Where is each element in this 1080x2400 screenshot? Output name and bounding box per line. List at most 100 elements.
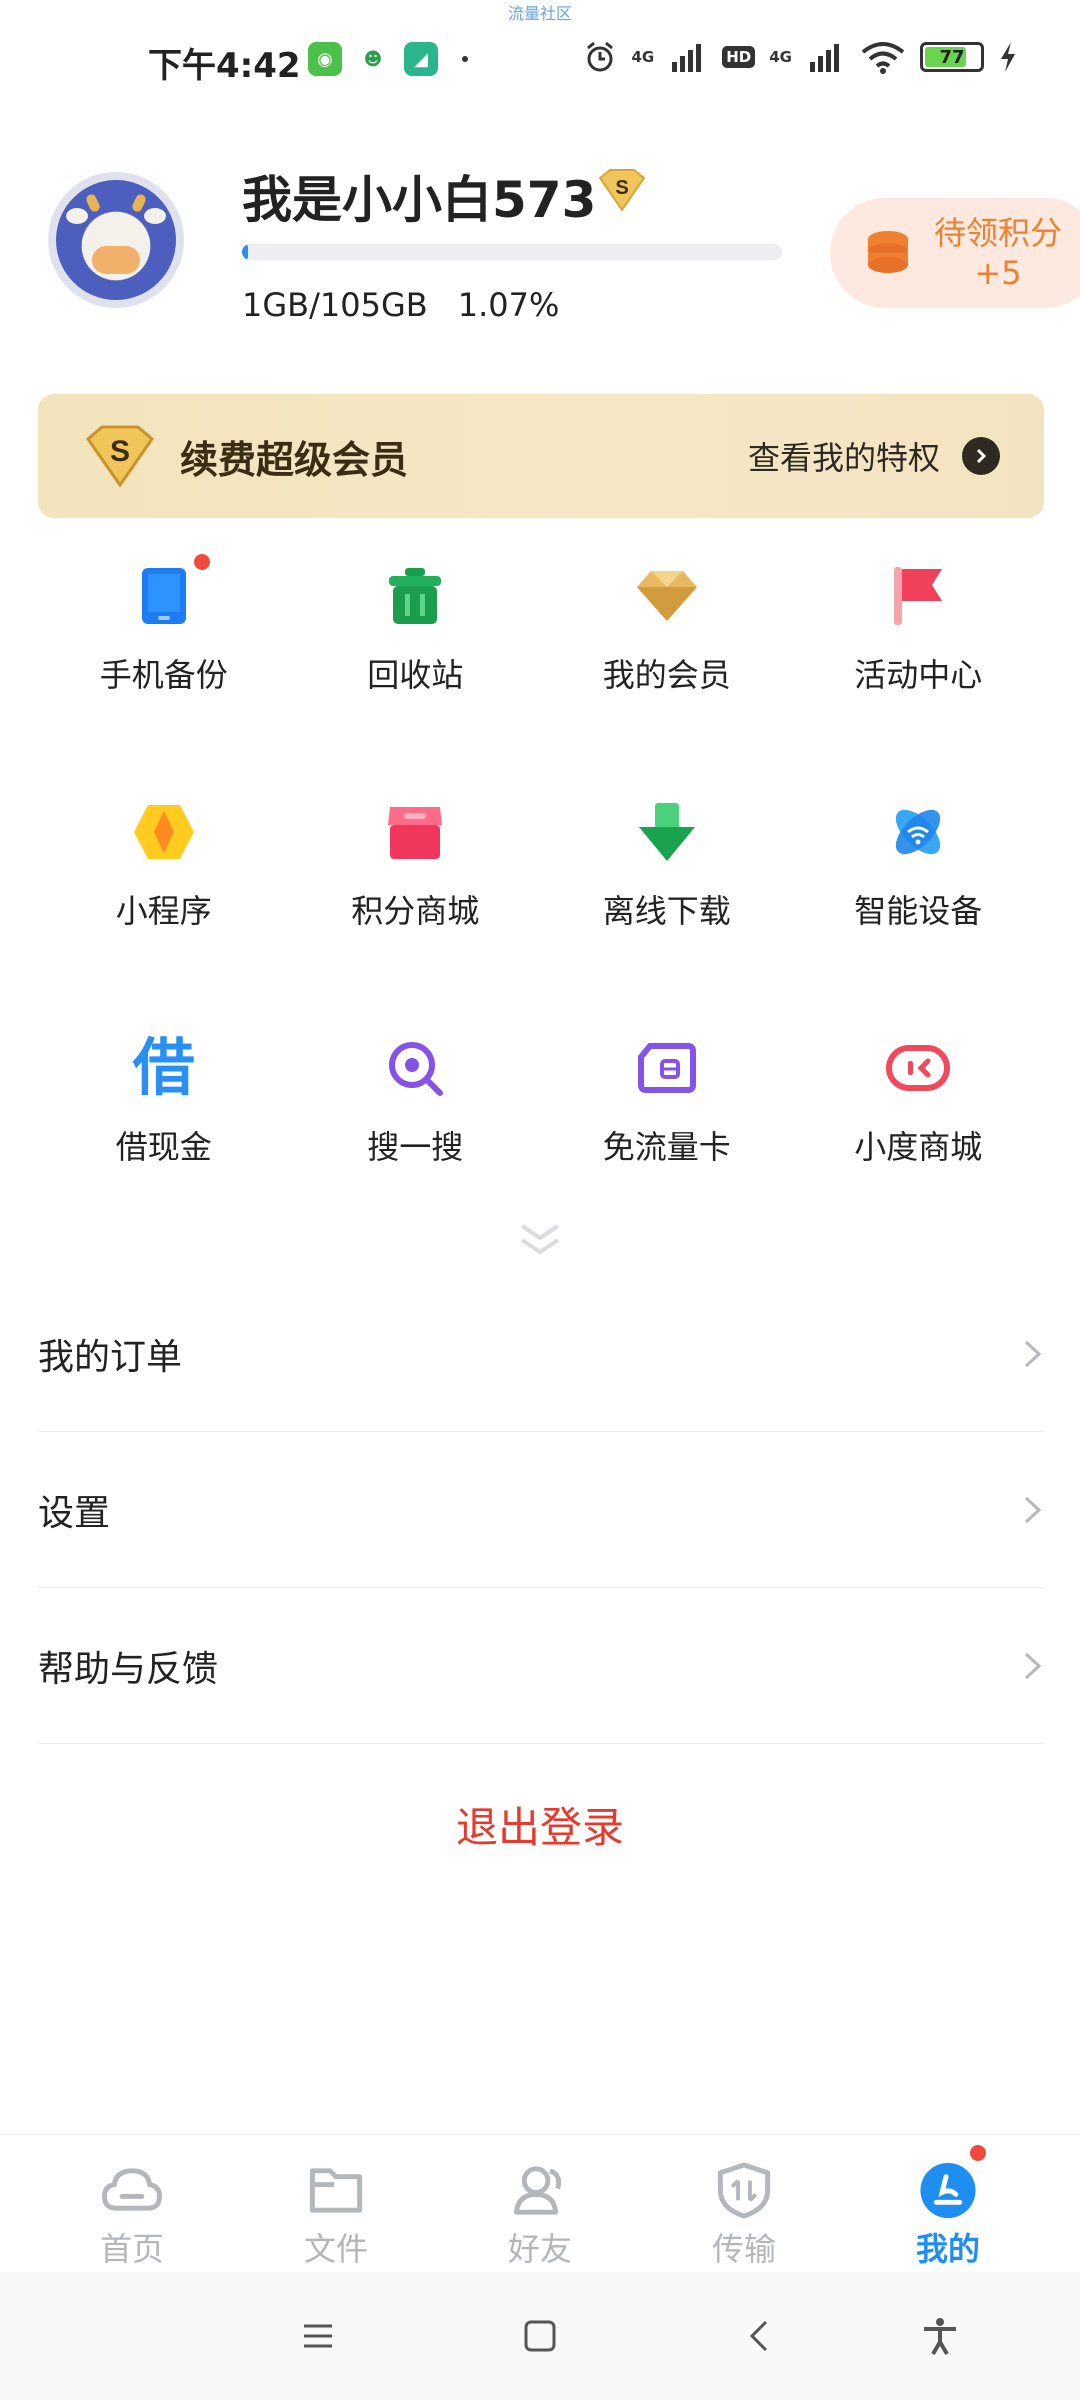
charging-icon <box>1001 42 1015 72</box>
more-notifications-icon <box>462 56 468 62</box>
grid-label: 智能设备 <box>854 892 983 930</box>
chevron-right-icon <box>1024 1496 1042 1523</box>
grid-item-offline-download[interactable]: 离线下载 <box>541 796 793 932</box>
notification-dot <box>193 554 210 570</box>
grid-item-search[interactable]: 搜一搜 <box>290 1032 542 1168</box>
folder-icon <box>309 2168 363 2213</box>
alien-app-icon: ☻ <box>356 42 390 76</box>
storage-quota-fill <box>242 244 249 260</box>
grid-item-points-mall[interactable]: 积分商城 <box>290 796 542 932</box>
grid-item-my-membership[interactable]: 我的会员 <box>541 560 793 696</box>
grid-item-xiaodu-mall[interactable]: 小度商城 <box>793 1032 1045 1168</box>
cow-avatar-image <box>56 180 176 300</box>
status-time: 下午4:42 <box>148 46 301 86</box>
flag-icon <box>882 560 954 632</box>
pending-points-text: 待领积分 +5 <box>934 213 1062 293</box>
home-icon[interactable] <box>520 2316 560 2356</box>
transfer-icon <box>717 2162 771 2219</box>
signal-icon <box>672 44 702 72</box>
storage-quota-bar <box>242 244 782 260</box>
menu-item-help-feedback[interactable]: 帮助与反馈 <box>38 1588 1044 1744</box>
grid-item-smart-device[interactable]: 智能设备 <box>793 796 1045 932</box>
expand-chevron-icon[interactable] <box>516 1222 564 1258</box>
plane-app-icon: ◢ <box>404 42 438 76</box>
cat-app-icon: ◉ <box>308 42 342 76</box>
signal-icon-2 <box>810 44 839 72</box>
grid-label: 免流量卡 <box>602 1128 731 1166</box>
network-type-2: 4G <box>769 48 792 66</box>
grid-label: 借现金 <box>115 1128 212 1166</box>
borrow-glyph: 借 <box>132 1031 195 1104</box>
menu-item-label: 帮助与反馈 <box>38 1648 219 1690</box>
grid-label: 离线下载 <box>602 892 731 930</box>
alarm-icon <box>587 41 614 72</box>
tab-transfer[interactable]: 传输 <box>654 2135 834 2270</box>
renew-vip-banner[interactable]: S 续费超级会员 查看我的特权 <box>38 394 1044 518</box>
chevron-right-icon <box>1024 1652 1042 1679</box>
menu-item-label: 设置 <box>38 1492 111 1534</box>
grid-label: 小程序 <box>115 892 212 930</box>
grid-item-activity-center[interactable]: 活动中心 <box>793 560 1045 696</box>
feature-grid: 手机备份 回收站 我的会员 活动中心 小程序 积分商城 离线下载 智能设备 借 … <box>38 554 1045 1168</box>
notification-dot <box>970 2145 986 2161</box>
shop-icon <box>379 796 451 868</box>
pending-points-value: +5 <box>974 254 1022 292</box>
storage-used: 1GB/105GB <box>242 286 428 324</box>
menu-item-my-orders[interactable]: 我的订单 <box>38 1276 1044 1432</box>
tab-home[interactable]: 首页 <box>42 2135 222 2270</box>
tab-label: 好友 <box>507 2230 572 2268</box>
download-icon <box>631 796 703 868</box>
arrow-right-circle-icon <box>962 437 1000 475</box>
me-icon <box>920 2162 976 2219</box>
chevron-right-icon <box>1024 1340 1042 1367</box>
vip-banner-badge-letter: S <box>110 435 130 468</box>
grid-label: 我的会员 <box>602 656 731 694</box>
avatar[interactable] <box>48 172 184 308</box>
pending-points-label: 待领积分 <box>934 214 1063 252</box>
home-cloud-icon <box>101 2168 163 2211</box>
friends-icon <box>513 2166 562 2215</box>
grid-label: 手机备份 <box>99 656 228 694</box>
tab-label: 首页 <box>99 2230 164 2268</box>
back-icon[interactable] <box>740 2316 780 2356</box>
phone-backup-icon <box>128 554 210 632</box>
vip-badge-letter: S <box>615 177 628 199</box>
super-vip-badge-icon[interactable]: S <box>596 168 648 212</box>
coin-stack-icon <box>868 231 908 273</box>
status-right: 4G HD 4G 77 <box>583 40 1018 74</box>
menu-item-label: 我的订单 <box>38 1336 183 1378</box>
grid-item-free-data-card[interactable]: 免流量卡 <box>541 1032 793 1168</box>
grid-label: 小度商城 <box>854 1128 983 1166</box>
tab-friends[interactable]: 好友 <box>450 2135 630 2270</box>
watermark: 流量社区 <box>507 4 572 23</box>
accessibility-icon[interactable] <box>920 2316 960 2356</box>
grid-item-borrow-cash[interactable]: 借 借现金 <box>38 1032 290 1168</box>
grid-item-phone-backup[interactable]: 手机备份 <box>38 554 290 696</box>
grid-item-recycle-bin[interactable]: 回收站 <box>290 560 542 696</box>
system-nav-bar <box>0 2272 1080 2400</box>
diamond-icon <box>631 560 703 632</box>
search-icon <box>379 1032 451 1104</box>
network-type-1: 4G <box>631 48 655 66</box>
status-app-icons: ◉ ☻ ◢ <box>308 42 468 76</box>
tab-me[interactable]: 我的 <box>858 2135 1038 2270</box>
bottom-tab-bar: 首页 文件 好友 传输 我的 <box>0 2134 1080 2270</box>
xiaodu-icon <box>882 1032 954 1104</box>
logout-button[interactable]: 退出登录 <box>0 1794 1080 1855</box>
grid-label: 积分商城 <box>351 892 480 930</box>
grid-label: 活动中心 <box>854 656 983 694</box>
menu-icon[interactable] <box>298 2316 338 2356</box>
tab-label: 我的 <box>915 2230 980 2268</box>
menu-item-settings[interactable]: 设置 <box>38 1432 1044 1588</box>
borrow-icon: 借 <box>128 1032 200 1104</box>
storage-quota-text: 1GB/105GB 1.07% <box>242 286 589 324</box>
grid-label: 搜一搜 <box>367 1128 464 1166</box>
tab-label: 传输 <box>711 2230 776 2268</box>
wifi-icon <box>861 42 905 74</box>
sim-card-icon <box>631 1032 703 1104</box>
view-privileges-link[interactable]: 查看我的特权 <box>748 433 940 479</box>
tab-files[interactable]: 文件 <box>246 2135 426 2270</box>
grid-item-mini-program[interactable]: 小程序 <box>38 796 290 932</box>
pending-points-button[interactable]: 待领积分 +5 <box>830 198 1080 308</box>
username[interactable]: 我是小小白573 <box>242 160 596 232</box>
